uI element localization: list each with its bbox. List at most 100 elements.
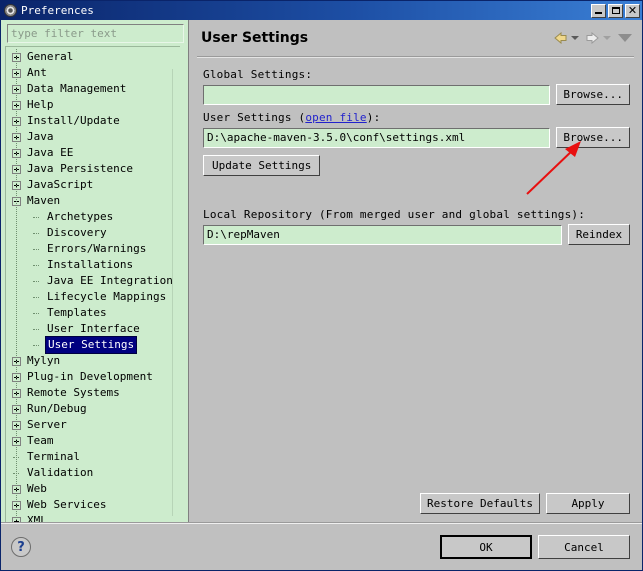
minimize-icon	[595, 12, 602, 14]
sidebar-item-javascript[interactable]: JavaScript	[6, 177, 180, 193]
title-bar: Preferences ✕	[1, 1, 642, 20]
form-spacer	[203, 182, 630, 208]
dialog-footer: ? OK Cancel	[1, 524, 642, 570]
user-settings-input[interactable]	[203, 127, 551, 148]
sidebar-item-installations[interactable]: Installations	[6, 257, 180, 273]
sidebar-item-server[interactable]: Server	[6, 417, 180, 433]
global-settings-row: Browse...	[203, 84, 630, 105]
sidebar-item-terminal[interactable]: Terminal	[6, 449, 180, 465]
sidebar-item-archetypes[interactable]: Archetypes	[6, 209, 180, 225]
user-settings-browse-button[interactable]: Browse...	[556, 127, 630, 148]
sidebar-item-label: Maven	[27, 194, 61, 207]
update-settings-button[interactable]: Update Settings	[203, 155, 321, 176]
forward-dropdown-icon[interactable]	[603, 36, 611, 40]
sidebar-item-templates[interactable]: Templates	[6, 305, 180, 321]
sidebar-item-user-interface[interactable]: User Interface	[6, 321, 180, 337]
help-icon[interactable]: ?	[11, 537, 31, 557]
sidebar-item-label: Ant	[27, 66, 47, 79]
sidebar-item-data-management[interactable]: Data Management	[6, 81, 180, 97]
settings-form: Global Settings: Browse... User Settings…	[189, 58, 642, 493]
sidebar-item-xml[interactable]: XML	[6, 513, 180, 522]
sidebar-item-java-persistence[interactable]: Java Persistence	[6, 161, 180, 177]
sidebar-item-java-ee-integration[interactable]: Java EE Integration	[6, 273, 180, 289]
window-title: Preferences	[21, 4, 94, 17]
sidebar-item-label: Plug-in Development	[27, 370, 153, 383]
user-settings-label: User Settings (open file):	[203, 111, 381, 124]
sidebar-item-label: Data Management	[27, 82, 127, 95]
page-navigation	[552, 31, 632, 45]
sidebar-item-help[interactable]: Help	[6, 97, 180, 113]
tree-leaf-icon	[32, 245, 41, 254]
sidebar-item-label: Java	[27, 130, 54, 143]
sidebar-item-label: Help	[27, 98, 54, 111]
back-icon[interactable]	[552, 31, 569, 45]
sidebar-item-web-services[interactable]: Web Services	[6, 497, 180, 513]
sidebar-item-remote-systems[interactable]: Remote Systems	[6, 385, 180, 401]
page-header: User Settings	[189, 20, 642, 56]
tree-leaf-icon	[32, 213, 41, 222]
sidebar-item-label: XML	[27, 514, 47, 522]
maximize-icon	[611, 7, 620, 14]
sidebar-item-maven[interactable]: Maven	[6, 193, 180, 209]
tree-guide-line	[16, 49, 17, 520]
chevron-down-icon[interactable]	[618, 34, 632, 42]
sidebar-item-discovery[interactable]: Discovery	[6, 225, 180, 241]
tree-leaf-icon	[32, 293, 41, 302]
update-settings-row: Update Settings	[203, 154, 630, 176]
close-icon: ✕	[627, 4, 638, 17]
ok-button[interactable]: OK	[440, 535, 532, 559]
open-file-link[interactable]: open file	[305, 111, 366, 124]
sidebar-item-java[interactable]: Java	[6, 129, 180, 145]
global-settings-input[interactable]	[203, 84, 551, 105]
cancel-button[interactable]: Cancel	[538, 535, 630, 559]
sidebar-item-label: Lifecycle Mappings	[47, 290, 167, 303]
sidebar-item-run-debug[interactable]: Run/Debug	[6, 401, 180, 417]
sidebar-item-label: Terminal	[27, 450, 80, 463]
local-repository-label: Local Repository (From merged user and g…	[203, 208, 586, 221]
sidebar-item-web[interactable]: Web	[6, 481, 180, 497]
apply-button-bar: Restore Defaults Apply	[189, 493, 642, 522]
sidebar-item-label: Remote Systems	[27, 386, 120, 399]
sidebar-item-java-ee[interactable]: Java EE	[6, 145, 180, 161]
apply-button[interactable]: Apply	[546, 493, 630, 514]
sidebar-item-label: Java EE	[27, 146, 74, 159]
sidebar-item-label: JavaScript	[27, 178, 94, 191]
sidebar-item-label: Java Persistence	[27, 162, 133, 175]
sidebar-item-errors-warnings[interactable]: Errors/Warnings	[6, 241, 180, 257]
sidebar-item-user-settings[interactable]: User Settings	[6, 336, 180, 354]
sidebar-item-plug-in-development[interactable]: Plug-in Development	[6, 369, 180, 385]
sidebar-item-label: Installations	[47, 258, 134, 271]
filter-container	[5, 24, 188, 46]
tree-leaf-icon	[32, 341, 41, 350]
restore-defaults-button[interactable]: Restore Defaults	[420, 493, 540, 514]
preferences-gear-icon	[4, 4, 17, 17]
sidebar-item-label: Errors/Warnings	[47, 242, 147, 255]
tree-leaf-icon	[32, 325, 41, 334]
sidebar-item-lifecycle-mappings[interactable]: Lifecycle Mappings	[6, 289, 180, 305]
forward-icon[interactable]	[584, 31, 601, 45]
sidebar-item-team[interactable]: Team	[6, 433, 180, 449]
tree-leaf-icon	[32, 309, 41, 318]
sidebar-item-ant[interactable]: Ant	[6, 65, 180, 81]
sidebar-item-validation[interactable]: Validation	[6, 465, 180, 481]
preferences-dialog: Preferences ✕ General Ant Data Management H…	[0, 0, 643, 571]
reindex-button[interactable]: Reindex	[568, 224, 630, 245]
tree-leaf-icon	[32, 229, 41, 238]
back-dropdown-icon[interactable]	[571, 36, 579, 40]
local-repository-input[interactable]	[203, 224, 562, 245]
minimize-button[interactable]	[591, 3, 606, 18]
sidebar-item-label: User Interface	[47, 322, 140, 335]
maximize-button[interactable]	[608, 3, 623, 18]
global-settings-label: Global Settings:	[203, 68, 313, 81]
close-button[interactable]: ✕	[625, 3, 640, 18]
dialog-body: General Ant Data Management Help Install/Upd…	[1, 20, 642, 522]
global-settings-browse-button[interactable]: Browse...	[556, 84, 630, 105]
window-controls: ✕	[591, 3, 640, 18]
sidebar-item-mylyn[interactable]: Mylyn	[6, 353, 180, 369]
sidebar-item-general[interactable]: General	[6, 49, 180, 65]
sidebar-item-label: Archetypes	[47, 210, 114, 223]
search-input[interactable]	[7, 24, 184, 43]
preferences-tree[interactable]: General Ant Data Management Help Install/Upd…	[5, 46, 180, 522]
sidebar-item-label: General	[27, 50, 74, 63]
sidebar-item-install-update[interactable]: Install/Update	[6, 113, 180, 129]
